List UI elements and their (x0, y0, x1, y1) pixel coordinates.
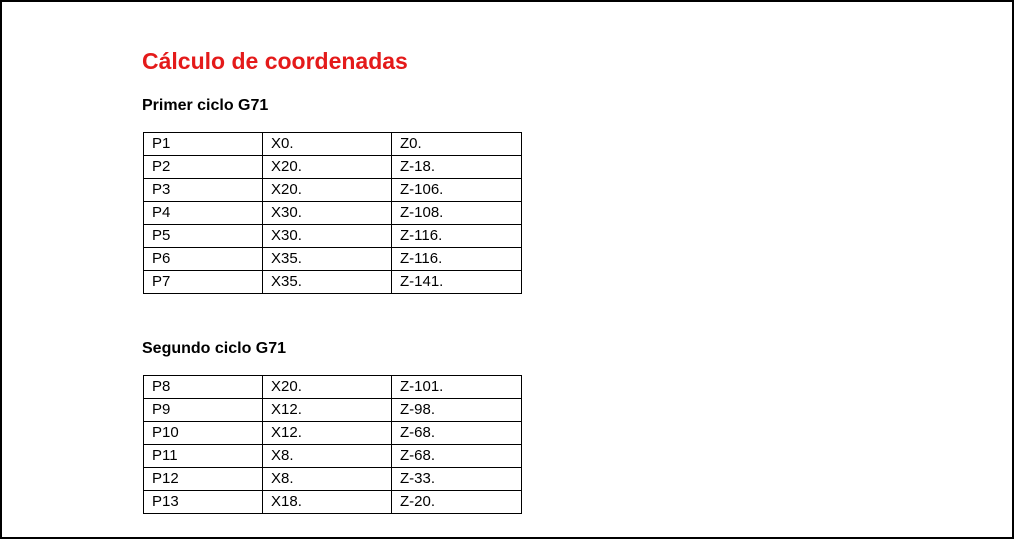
table-row: P5 X30. Z-116. (143, 224, 522, 248)
x-coordinate-cell: X30. (262, 201, 392, 225)
z-coordinate-cell: Z0. (391, 132, 522, 156)
page-title: Cálculo de coordenadas (142, 48, 408, 74)
z-coordinate-cell: Z-68. (391, 444, 522, 468)
z-coordinate-cell: Z-18. (391, 155, 522, 179)
point-cell: P10 (143, 421, 263, 445)
point-cell: P11 (143, 444, 263, 468)
document-page: Cálculo de coordenadas Primer ciclo G71 … (0, 0, 1014, 539)
x-coordinate-cell: X30. (262, 224, 392, 248)
z-coordinate-cell: Z-108. (391, 201, 522, 225)
x-coordinate-cell: X0. (262, 132, 392, 156)
table-row: P9 X12. Z-98. (143, 398, 522, 422)
table-row: P10 X12. Z-68. (143, 421, 522, 445)
table-row: P2 X20. Z-18. (143, 155, 522, 179)
point-cell: P5 (143, 224, 263, 248)
table-row: P13 X18. Z-20. (143, 490, 522, 514)
z-coordinate-cell: Z-98. (391, 398, 522, 422)
x-coordinate-cell: X20. (262, 375, 392, 399)
coordinates-table-segundo-ciclo: P8 X20. Z-101. P9 X12. Z-98. P10 X12. Z-… (143, 375, 522, 514)
z-coordinate-cell: Z-141. (391, 270, 522, 294)
table-row: P1 X0. Z0. (143, 132, 522, 156)
x-coordinate-cell: X18. (262, 490, 392, 514)
x-coordinate-cell: X35. (262, 270, 392, 294)
point-cell: P4 (143, 201, 263, 225)
x-coordinate-cell: X20. (262, 178, 392, 202)
point-cell: P2 (143, 155, 263, 179)
table-row: P6 X35. Z-116. (143, 247, 522, 271)
z-coordinate-cell: Z-116. (391, 224, 522, 248)
x-coordinate-cell: X12. (262, 421, 392, 445)
z-coordinate-cell: Z-33. (391, 467, 522, 491)
table-row: P12 X8. Z-33. (143, 467, 522, 491)
z-coordinate-cell: Z-116. (391, 247, 522, 271)
section-heading-segundo-ciclo: Segundo ciclo G71 (142, 340, 287, 357)
point-cell: P1 (143, 132, 263, 156)
table-row: P3 X20. Z-106. (143, 178, 522, 202)
z-coordinate-cell: Z-101. (391, 375, 522, 399)
coordinates-table-primer-ciclo: P1 X0. Z0. P2 X20. Z-18. P3 X20. Z-106. … (143, 132, 522, 294)
x-coordinate-cell: X8. (262, 444, 392, 468)
point-cell: P13 (143, 490, 263, 514)
point-cell: P9 (143, 398, 263, 422)
x-coordinate-cell: X12. (262, 398, 392, 422)
point-cell: P12 (143, 467, 263, 491)
point-cell: P7 (143, 270, 263, 294)
z-coordinate-cell: Z-20. (391, 490, 522, 514)
section-heading-primer-ciclo: Primer ciclo G71 (142, 97, 269, 114)
x-coordinate-cell: X20. (262, 155, 392, 179)
table-row: P4 X30. Z-108. (143, 201, 522, 225)
table-row: P7 X35. Z-141. (143, 270, 522, 294)
z-coordinate-cell: Z-106. (391, 178, 522, 202)
z-coordinate-cell: Z-68. (391, 421, 522, 445)
x-coordinate-cell: X8. (262, 467, 392, 491)
point-cell: P6 (143, 247, 263, 271)
point-cell: P8 (143, 375, 263, 399)
point-cell: P3 (143, 178, 263, 202)
table-row: P11 X8. Z-68. (143, 444, 522, 468)
x-coordinate-cell: X35. (262, 247, 392, 271)
table-row: P8 X20. Z-101. (143, 375, 522, 399)
